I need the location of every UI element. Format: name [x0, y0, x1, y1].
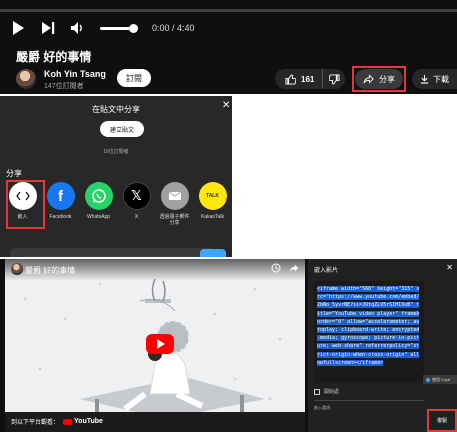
volume-knob[interactable]: [129, 23, 138, 33]
post-subscriber-count: 16位訂閱者: [103, 149, 129, 155]
download-button[interactable]: 下載: [412, 69, 457, 89]
share-dialog: ✕ 在貼文中分享 建立貼文 16位訂閱者 分享 嵌入 f Facebook Wh…: [0, 96, 232, 257]
share-target-x[interactable]: 𝕏 X: [120, 182, 153, 227]
video-title: 嚴爵 好的事情: [16, 50, 92, 64]
share-target-label: 透過電子郵件分享: [159, 214, 190, 227]
share-target-kakaotalk[interactable]: TALK KakaoTalk: [196, 182, 229, 227]
progress-bar[interactable]: [0, 9, 457, 12]
embed-panel-title: 嵌入影片: [314, 268, 339, 274]
embed-highlight: [6, 180, 45, 229]
dislike-button[interactable]: [323, 69, 345, 89]
start-at-row[interactable]: 開始處: [314, 388, 339, 395]
thumbs-down-icon: [328, 73, 340, 85]
embedded-video[interactable]: 嚴爵 好的事情 到以下平台觀看： YouTube: [5, 259, 305, 432]
share-target-label: WhatsApp: [86, 214, 111, 220]
thumbs-up-icon: [285, 73, 296, 85]
watch-on-label: 到以下平台觀看：: [11, 420, 60, 426]
embed-code[interactable]: <iframe width="560" height="315" src="ht…: [317, 286, 420, 366]
share-label: 分享: [379, 74, 395, 84]
video-channel-avatar[interactable]: [11, 263, 23, 275]
subscribe-button[interactable]: 訂閱: [117, 69, 151, 87]
create-post-button[interactable]: 建立貼文: [100, 121, 144, 137]
time-display: 0:00 / 4:40: [152, 23, 195, 33]
copy-link-button[interactable]: [200, 249, 226, 257]
copilot-icon: [426, 377, 430, 382]
subscriber-count: 147位訂閱者: [44, 83, 84, 90]
copy-button[interactable]: 複製: [427, 409, 457, 432]
share-arrow-icon[interactable]: [289, 263, 299, 273]
youtube-logo[interactable]: YouTube: [63, 418, 103, 425]
video-top-icons: [271, 263, 299, 273]
volume-slider[interactable]: [100, 23, 138, 33]
channel-name[interactable]: Koh Yin Tsang: [44, 69, 106, 79]
facebook-icon[interactable]: f: [46, 182, 75, 210]
email-icon[interactable]: [160, 182, 189, 210]
like-button[interactable]: 161: [275, 69, 324, 89]
copilot-label: 使用 Copil: [432, 376, 451, 382]
channel-avatar[interactable]: [16, 69, 36, 89]
like-dislike-group: 161: [275, 69, 345, 89]
embed-view: 嚴爵 好的事情 到以下平台觀看： YouTube 嵌入影片 ✕ <iframe …: [0, 259, 457, 432]
copy-label: 複製: [436, 418, 447, 424]
embed-options[interactable]: 嵌入選項: [314, 405, 330, 411]
share-button[interactable]: 分享: [352, 66, 406, 92]
kakaotalk-icon[interactable]: TALK: [198, 182, 227, 210]
video-player-panel: 0:00 / 4:40 嚴爵 好的事情 Koh Yin Tsang 147位訂閱…: [0, 0, 457, 94]
copilot-chip[interactable]: 使用 Copil: [423, 375, 457, 384]
play-icon[interactable]: [10, 20, 26, 36]
play-button[interactable]: [146, 334, 174, 354]
divider: [314, 400, 424, 401]
share-target-facebook[interactable]: f Facebook: [44, 182, 77, 227]
player-controls: 0:00 / 4:40: [10, 18, 195, 38]
youtube-play-icon: [63, 418, 73, 425]
share-arrow-icon: [363, 74, 374, 84]
clock-icon[interactable]: [271, 263, 281, 273]
share-section-title: 分享: [6, 169, 22, 178]
share-target-label: KakaoTalk: [200, 214, 225, 220]
embed-code-panel: 嵌入影片 ✕ <iframe width="560" height="315" …: [308, 259, 457, 432]
link-field[interactable]: [10, 248, 215, 257]
share-target-whatsapp[interactable]: WhatsApp: [82, 182, 115, 227]
x-icon[interactable]: 𝕏: [122, 182, 151, 210]
start-at-checkbox[interactable]: [314, 388, 320, 395]
download-icon: [420, 74, 429, 84]
youtube-wordmark: YouTube: [74, 418, 103, 425]
share-target-label: X: [134, 214, 139, 220]
share-target-email[interactable]: 透過電子郵件分享: [158, 182, 191, 227]
whatsapp-icon[interactable]: [84, 182, 113, 210]
chevron-right-icon[interactable]: ›: [224, 193, 227, 203]
share-button-inner[interactable]: 分享: [355, 69, 403, 89]
like-count: 161: [301, 74, 315, 84]
embedded-video-title[interactable]: 嚴爵 好的事情: [25, 265, 75, 276]
volume-icon[interactable]: [70, 20, 86, 36]
embed-code-box[interactable]: <iframe width="560" height="315" src="ht…: [314, 281, 424, 383]
share-in-post-heading: 在貼文中分享: [92, 105, 140, 114]
download-label: 下載: [433, 74, 449, 84]
next-icon[interactable]: [40, 20, 56, 36]
start-at-label: 開始處: [324, 389, 340, 395]
close-icon[interactable]: ✕: [446, 263, 453, 272]
watch-on-youtube[interactable]: 到以下平台觀看： YouTube: [11, 417, 103, 426]
share-target-label: Facebook: [49, 214, 72, 220]
